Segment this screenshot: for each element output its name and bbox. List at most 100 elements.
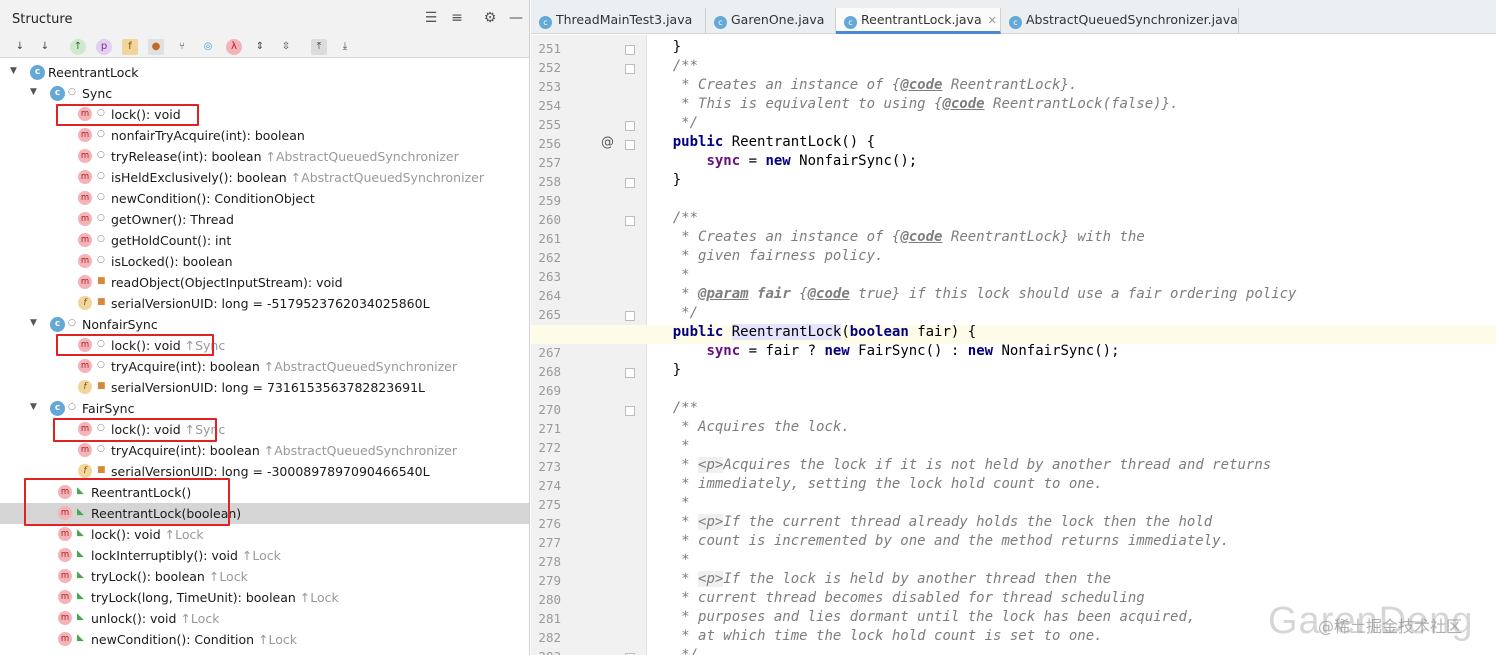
tree-class-node[interactable]: ▼ c ○ NonfairSync [0, 314, 529, 335]
tree-method-node[interactable]: m ◣ lock(): void ↑Lock [0, 524, 529, 545]
tree-method-node[interactable]: m ○ isLocked(): boolean [0, 251, 529, 272]
line-number: 271 [538, 421, 561, 436]
autoscroll-to-source-icon[interactable]: ⤒ [311, 39, 327, 55]
tree-method-node[interactable]: m ◣ tryLock(long, TimeUnit): boolean ↑Lock [0, 587, 529, 608]
package-visibility-icon: ○ [97, 213, 105, 223]
show-anonymous-icon[interactable]: ⑂ [174, 39, 190, 55]
code-line[interactable]: * <p>If the lock is held by another thre… [639, 571, 1111, 587]
code-line[interactable]: sync = fair ? new FairSync() : new Nonfa… [639, 343, 1119, 359]
collapse-all-icon[interactable]: ≡ [448, 10, 466, 26]
code-line[interactable]: */ [639, 647, 698, 655]
tree-method-node[interactable]: m ◣ unlock(): void ↑Lock [0, 608, 529, 629]
method-icon: m [78, 149, 92, 163]
tree-method-node[interactable]: m ○ newCondition(): ConditionObject [0, 188, 529, 209]
code-line[interactable]: * current thread becomes disabled for th… [639, 590, 1145, 606]
gear-icon[interactable]: ⚙ [481, 10, 499, 26]
code-line[interactable]: */ [639, 305, 698, 321]
code-line[interactable]: * [639, 552, 689, 568]
code-line[interactable]: * immediately, setting the lock hold cou… [639, 476, 1102, 492]
annotation-gutter-icon[interactable]: @ [601, 135, 614, 150]
tree-method-node[interactable]: m ○ tryAcquire(int): boolean ↑AbstractQueu… [0, 356, 529, 377]
show-non-public-icon[interactable]: ● [148, 39, 164, 55]
tree-class-node[interactable]: ▼ c ○ Sync [0, 83, 529, 104]
tree-method-node[interactable]: m ◣ newCondition(): Condition ↑Lock [0, 629, 529, 650]
tree-class-node[interactable]: ▼ c ReentrantLock [0, 62, 529, 83]
code-line[interactable]: */ [639, 115, 698, 131]
autoscroll-from-source-icon[interactable]: ⤓ [337, 39, 353, 55]
tree-method-node[interactable]: m ◣ lockInterruptibly(): void ↑Lock [0, 545, 529, 566]
code-line[interactable]: } [639, 39, 681, 55]
code-line[interactable]: /** [639, 58, 698, 74]
sort-by-type-icon[interactable]: ↓ [12, 39, 28, 55]
code-line[interactable]: * [639, 495, 689, 511]
code-line[interactable]: * [639, 438, 689, 454]
fold-marker-icon[interactable] [625, 64, 635, 74]
tree-field-node[interactable]: f ■ serialVersionUID: long = 7316153563782… [0, 377, 529, 398]
fold-marker-icon[interactable] [625, 45, 635, 55]
code-line[interactable]: * Creates an instance of {@code Reentran… [639, 229, 1145, 245]
chevron-down-icon[interactable]: ▼ [10, 66, 17, 76]
fold-marker-icon[interactable] [625, 121, 635, 131]
tree-method-node[interactable]: m ○ tryRelease(int): boolean ↑AbstractQueu… [0, 146, 529, 167]
code-editor[interactable]: 251 252 253 254 255 256 @257 258 259 260 261 262 263… [531, 35, 1496, 655]
minimize-icon[interactable]: — [507, 10, 525, 26]
tree-method-node[interactable]: m ■ readObject(ObjectInputStream): void [0, 272, 529, 293]
tree-method-node[interactable]: m ○ tryAcquire(int): boolean ↑AbstractQueu… [0, 440, 529, 461]
code-line[interactable]: * given fairness policy. [639, 248, 883, 264]
show-properties-icon[interactable]: p [96, 39, 112, 55]
tree-node-label: newCondition(): ConditionObject [111, 191, 315, 206]
tree-node-label: ReentrantLock [48, 65, 139, 80]
chevron-down-icon[interactable]: ▼ [30, 87, 37, 97]
code-line[interactable]: * at which time the lock hold count is s… [639, 628, 1102, 644]
code-line[interactable]: * This is equivalent to using {@code Ree… [639, 96, 1178, 112]
code-line[interactable]: * [639, 267, 689, 283]
code-line[interactable]: * Acquires the lock. [639, 419, 850, 435]
code-line[interactable]: * <p>If the current thread already holds… [639, 514, 1212, 530]
code-line[interactable]: * <p>Acquires the lock if it is not held… [639, 457, 1271, 473]
tab-reentrantlock-java[interactable]: c ReentrantLock.java ✕ [836, 8, 1001, 34]
tree-method-node[interactable]: m ○ isHeldExclusively(): boolean ↑Abstract… [0, 167, 529, 188]
sort-alpha-icon[interactable]: ↓ [37, 39, 53, 55]
close-icon[interactable]: ✕ [988, 14, 997, 27]
fold-marker-icon[interactable] [625, 406, 635, 416]
code-line[interactable]: } [639, 172, 681, 188]
public-visibility-icon: ◣ [77, 612, 84, 622]
code-line[interactable]: * Creates an instance of {@code Reentran… [639, 77, 1077, 93]
fold-marker-icon[interactable] [625, 178, 635, 188]
public-visibility-icon: ◣ [77, 528, 84, 538]
fold-marker-icon[interactable] [625, 368, 635, 378]
chevron-down-icon[interactable]: ▼ [30, 402, 37, 412]
fold-marker-icon[interactable] [625, 140, 635, 150]
tree-method-node[interactable]: m ○ nonfairTryAcquire(int): boolean [0, 125, 529, 146]
show-inherited-icon[interactable]: ↑ [70, 39, 86, 55]
show-lambdas-icon[interactable]: ◎ [200, 39, 216, 55]
method-icon: m [58, 611, 72, 625]
tree-field-node[interactable]: f ■ serialVersionUID: long = -517952376203… [0, 293, 529, 314]
code-line[interactable]: sync = new NonfairSync(); [639, 153, 917, 169]
code-line[interactable]: /** [639, 210, 698, 226]
tree-method-node[interactable]: m ○ getHoldCount(): int [0, 230, 529, 251]
show-fields-icon[interactable]: f [122, 39, 138, 55]
expand-all-icon[interactable]: ☰ [422, 10, 440, 26]
tab-garenone-java[interactable]: c GarenOne.java [706, 8, 836, 34]
tab-abstractqueuedsynchronizer-java[interactable]: c AbstractQueuedSynchronizer.java [1001, 8, 1239, 34]
chevron-down-icon[interactable]: ▼ [30, 318, 37, 328]
code-line[interactable]: * count is incremented by one and the me… [639, 533, 1229, 549]
code-line[interactable]: /** [639, 400, 698, 416]
lambda-icon[interactable]: λ [226, 39, 242, 55]
highlight-box [56, 334, 214, 356]
code-line[interactable]: public ReentrantLock() { [639, 134, 875, 150]
code-line[interactable]: * @param fair {@code true} if this lock … [639, 286, 1296, 302]
tab-threadmaintest3-java[interactable]: c ThreadMainTest3.java [531, 8, 706, 34]
expand-icon[interactable]: ⇕ [252, 39, 268, 55]
tab-label: ReentrantLock.java [861, 12, 982, 27]
code-line[interactable]: * purposes and lies dormant until the lo… [639, 609, 1195, 625]
tree-method-node[interactable]: m ○ getOwner(): Thread [0, 209, 529, 230]
code-line[interactable]: } [639, 362, 681, 378]
collapse-icon[interactable]: ⇳ [278, 39, 294, 55]
code-line[interactable]: public ReentrantLock(boolean fair) { [639, 324, 976, 340]
tree-method-node[interactable]: m ◣ tryLock(): boolean ↑Lock [0, 566, 529, 587]
fold-marker-icon[interactable] [625, 216, 635, 226]
tree-class-node[interactable]: ▼ c ○ FairSync [0, 398, 529, 419]
fold-marker-icon[interactable] [625, 311, 635, 321]
